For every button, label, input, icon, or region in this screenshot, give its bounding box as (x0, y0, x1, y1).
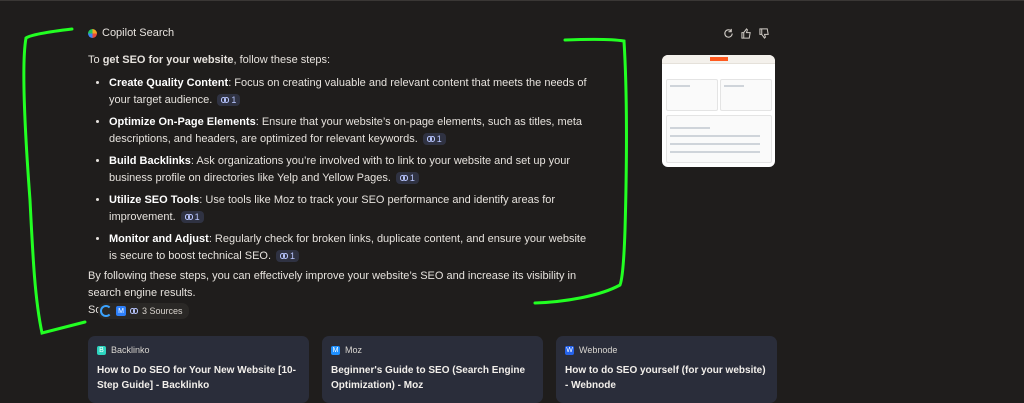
thumbnail-line (670, 143, 760, 145)
header-title: Copilot Search (102, 27, 175, 39)
link-icon (280, 253, 289, 260)
step-item: Optimize On-Page Elements: Ensure that y… (109, 114, 588, 148)
step-item: Monitor and Adjust: Regularly check for … (109, 231, 588, 265)
citation-badge[interactable]: 1 (395, 172, 419, 185)
citation-badge[interactable]: 1 (422, 133, 446, 146)
thumbnail-panel (720, 79, 772, 111)
thumbnail-line (670, 127, 710, 129)
link-icon (221, 97, 230, 104)
refresh-icon[interactable] (722, 27, 734, 39)
thumbs-up-icon[interactable] (740, 27, 752, 39)
card-site: Backlinko (111, 345, 150, 355)
citation-badge[interactable]: 1 (276, 250, 300, 263)
source-favicon-icon: M (116, 306, 126, 316)
link-icon (426, 136, 435, 143)
card-site: Webnode (579, 345, 618, 355)
card-title: How to Do SEO for Your New Website [10-S… (97, 365, 296, 391)
citation-badge[interactable]: 1 (180, 211, 204, 224)
card-title: Beginner's Guide to SEO (Search Engine O… (331, 365, 526, 391)
sources-count: 3 Sources (142, 306, 183, 316)
link-icon (130, 308, 138, 314)
thumbnail-line (670, 151, 760, 153)
card-site: Moz (345, 345, 363, 355)
link-icon (399, 175, 408, 182)
thumbnail-accent (710, 57, 728, 61)
step-item: Create Quality Content: Focus on creatin… (109, 75, 588, 109)
source-card-moz[interactable]: M Moz Beginner's Guide to SEO (Search En… (322, 336, 543, 403)
sources-chip[interactable]: M 3 Sources (98, 303, 189, 319)
link-icon (184, 214, 193, 221)
card-head: M Moz (331, 345, 534, 355)
top-divider (0, 0, 1024, 1)
backlinko-favicon-icon: B (97, 345, 106, 355)
loading-spinner-icon (100, 305, 112, 317)
source-cards: B Backlinko How to Do SEO for Your New W… (88, 336, 777, 403)
step-item: Utilize SEO Tools: Use tools like Moz to… (109, 192, 588, 226)
answer-intro: To get SEO for your website, follow thes… (88, 54, 331, 66)
thumbs-down-icon[interactable] (758, 27, 770, 39)
thumbnail-panel (666, 115, 772, 163)
thumbnail-line (670, 135, 760, 137)
steps-list: Create Quality Content: Focus on creatin… (88, 75, 588, 265)
card-head: B Backlinko (97, 345, 300, 355)
answer-body: To get SEO for your website, follow thes… (88, 52, 588, 319)
source-card-webnode[interactable]: W Webnode How to do SEO yourself (for yo… (556, 336, 777, 403)
intro-bold: get SEO for your website (102, 54, 234, 66)
preview-thumbnail[interactable] (662, 55, 775, 167)
card-head: W Webnode (565, 345, 768, 355)
thumbnail-line (670, 85, 690, 87)
copilot-logo-icon (88, 28, 97, 38)
webnode-favicon-icon: W (565, 345, 574, 355)
thumbnail-line (724, 85, 744, 87)
answer-summary: By following these steps, you can effect… (88, 270, 577, 299)
source-card-backlinko[interactable]: B Backlinko How to Do SEO for Your New W… (88, 336, 309, 403)
feedback-actions (722, 27, 770, 39)
copilot-header: Copilot Search (88, 27, 174, 39)
card-title: How to do SEO yourself (for your website… (565, 365, 766, 391)
step-item: Build Backlinks: Ask organizations you’r… (109, 153, 588, 187)
moz-favicon-icon: M (331, 345, 340, 355)
citation-badge[interactable]: 1 (217, 94, 241, 107)
thumbnail-panel (666, 79, 718, 111)
